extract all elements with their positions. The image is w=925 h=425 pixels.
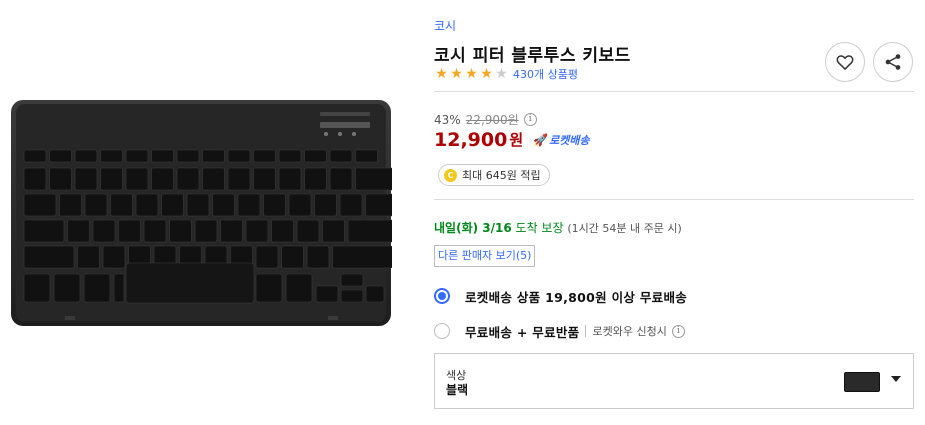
radio-unchecked[interactable] — [434, 323, 450, 339]
order-cutoff: (1시간 54분 내 주문 시) — [567, 222, 682, 235]
price-row: 12,900 원 🚀 로켓배송 — [434, 129, 590, 151]
cash-reward-badge: C 최대 645원 적립 — [438, 164, 550, 186]
keyboard-image — [11, 100, 392, 326]
shipping-option-note: 로켓와우 신청시 — [592, 325, 667, 338]
product-page: 코시 코시 피터 블루투스 키보드 ★ ★ ★ ★ ★ 430개 상품평 43% 22,… — [0, 0, 925, 425]
info-icon[interactable]: i — [523, 113, 537, 126]
divider — [434, 199, 914, 200]
rocket-icon: 🚀 — [533, 133, 549, 147]
discount-row: 43% 22,900원 i — [434, 111, 537, 128]
shipping-option-rocket[interactable]: 로켓배송 상품 19,800원 이상 무료배송 — [434, 285, 687, 307]
rocket-delivery-label: 로켓배송 — [549, 134, 590, 147]
star-filled-icon: ★ — [450, 66, 463, 82]
product-info: 코시 코시 피터 블루투스 키보드 ★ ★ ★ ★ ★ 430개 상품평 43% 22,… — [434, 0, 914, 425]
delivery-guarantee: 도착 보장 — [515, 221, 564, 235]
shipping-option-label: 무료배송 + 무료반품 — [465, 324, 580, 340]
currency-unit: 원 — [509, 131, 524, 149]
rating-stars: ★ ★ ★ ★ ★ — [434, 67, 509, 81]
review-count-link[interactable]: 430개 상품평 — [513, 66, 578, 82]
separator — [585, 325, 587, 337]
wishlist-button[interactable] — [825, 42, 865, 82]
share-button[interactable] — [873, 42, 913, 82]
shipping-option-free[interactable]: 무료배송 + 무료반품 로켓와우 신청시 i — [434, 320, 685, 342]
star-empty-icon: ★ — [495, 66, 508, 82]
delivery-date: 내일(화) 3/16 — [434, 221, 512, 235]
discount-rate: 43% — [434, 112, 461, 127]
option-thumbnail — [844, 372, 880, 392]
color-option-select[interactable]: 색상 블랙 — [434, 353, 914, 409]
caret-down-icon — [891, 376, 901, 382]
rocket-delivery-badge: 🚀 로켓배송 — [533, 132, 589, 148]
star-filled-icon: ★ — [480, 66, 493, 82]
coupang-cash-icon: C — [444, 168, 457, 182]
star-filled-icon: ★ — [435, 66, 448, 82]
shipping-option-label: 로켓배송 상품 19,800원 이상 무료배송 — [465, 289, 688, 305]
share-icon — [885, 54, 901, 70]
divider — [434, 91, 914, 92]
original-price: 22,900원 — [465, 113, 519, 127]
heart-icon — [836, 55, 854, 71]
other-sellers-button[interactable]: 다른 판매자 보기(5) — [434, 245, 536, 267]
brand-link[interactable]: 코시 — [434, 17, 456, 34]
sale-price: 12,900 — [434, 129, 508, 151]
product-title: 코시 피터 블루투스 키보드 — [434, 46, 631, 66]
star-filled-icon: ★ — [465, 66, 478, 82]
product-image[interactable] — [10, 98, 392, 328]
option-value: 블랙 — [446, 383, 469, 397]
radio-checked[interactable] — [434, 288, 450, 304]
delivery-info: 내일(화) 3/16 도착 보장 (1시간 54분 내 주문 시) — [434, 219, 682, 236]
info-icon[interactable]: i — [671, 324, 685, 338]
cash-reward-text: 최대 645원 적립 — [462, 169, 541, 182]
rating-row[interactable]: ★ ★ ★ ★ ★ 430개 상품평 — [434, 66, 578, 82]
